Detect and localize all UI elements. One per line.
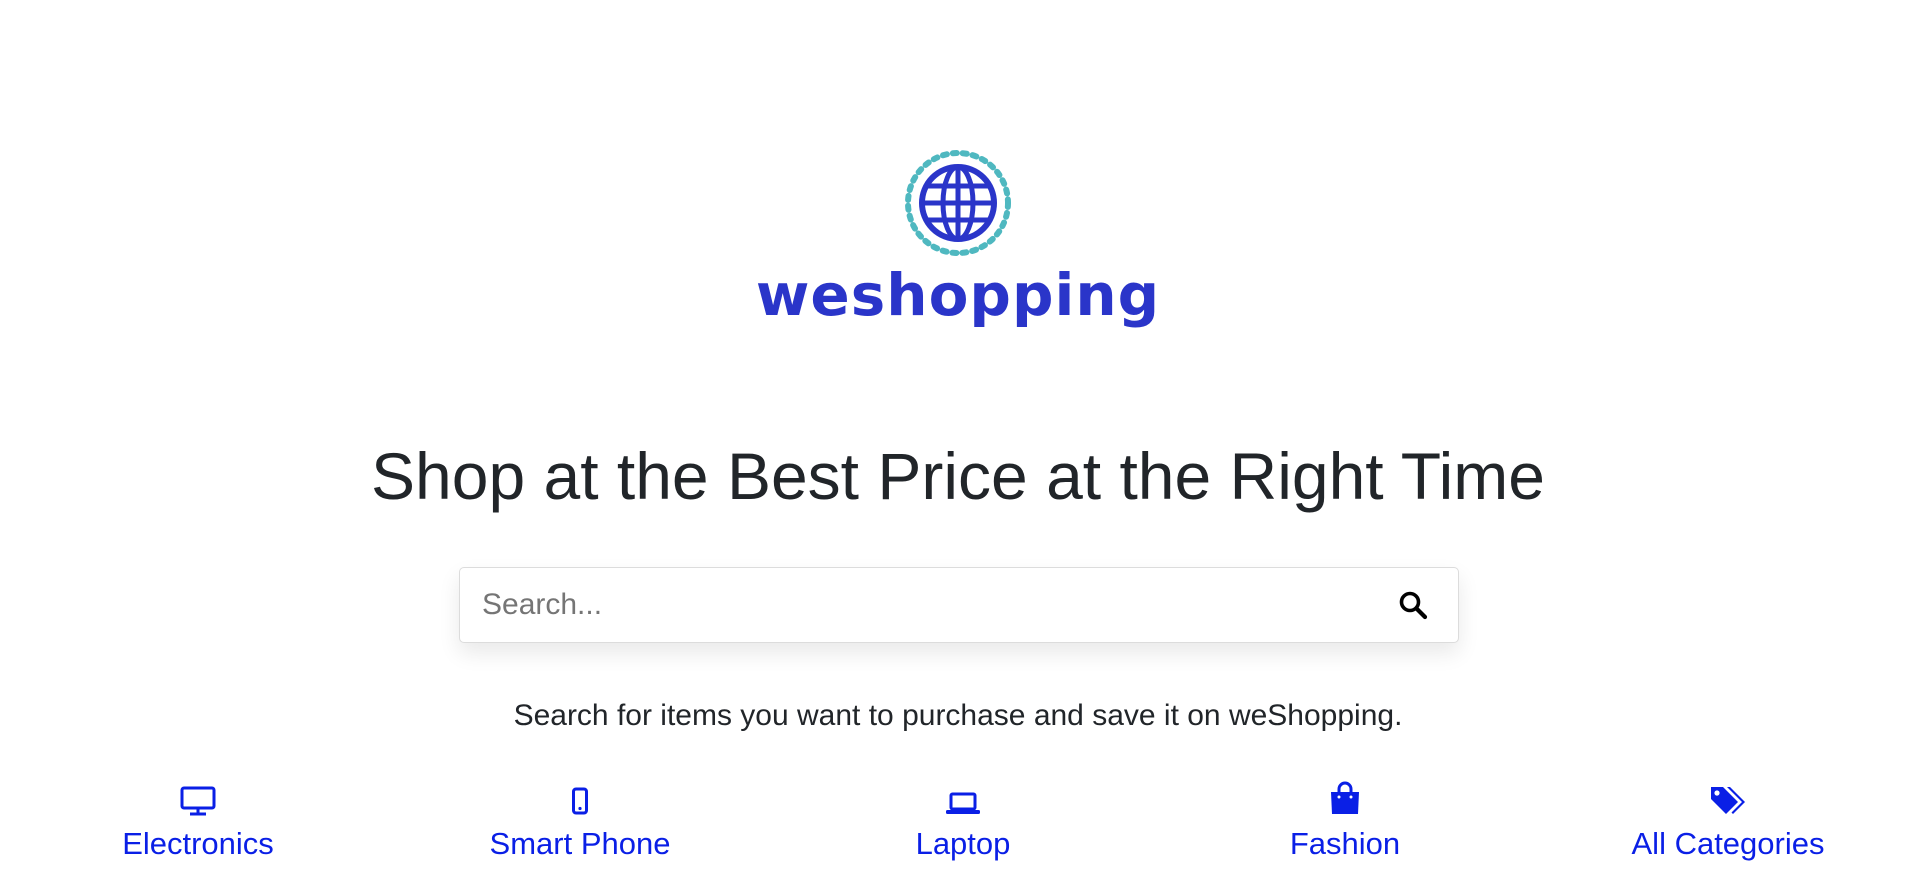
search-tagline: Search for items you want to purchase an… — [513, 699, 1403, 732]
category-all-categories[interactable]: All Categories — [1598, 780, 1858, 862]
search-input[interactable] — [460, 568, 1368, 642]
category-laptop[interactable]: Laptop — [833, 780, 1093, 862]
globe-icon — [905, 150, 1011, 256]
laptop-icon — [945, 780, 981, 816]
shopping-bag-icon — [1328, 780, 1362, 816]
mobile-phone-icon — [571, 780, 589, 816]
category-label: Smart Phone — [489, 826, 671, 861]
category-label: Electronics — [122, 826, 274, 861]
search-button[interactable] — [1368, 568, 1458, 642]
category-label: All Categories — [1631, 826, 1825, 861]
category-electronics[interactable]: Electronics — [68, 780, 328, 862]
category-label: Fashion — [1289, 826, 1401, 861]
search-icon — [1399, 591, 1428, 620]
landing-page: weshopping Shop at the Best Price at the… — [0, 0, 1916, 880]
page-headline: Shop at the Best Price at the Right Time — [371, 439, 1545, 513]
category-fashion[interactable]: Fashion — [1215, 780, 1475, 862]
site-logo[interactable]: weshopping — [0, 148, 1916, 324]
category-nav: Electronics Smart Phone Laptop Fashion A… — [0, 780, 1916, 880]
category-smart-phone[interactable]: Smart Phone — [450, 780, 710, 862]
logo-wordmark: weshopping — [755, 261, 1161, 329]
category-label: Laptop — [915, 826, 1011, 861]
tags-icon — [1709, 780, 1747, 816]
desktop-monitor-icon — [180, 780, 216, 816]
search-bar — [459, 567, 1459, 643]
